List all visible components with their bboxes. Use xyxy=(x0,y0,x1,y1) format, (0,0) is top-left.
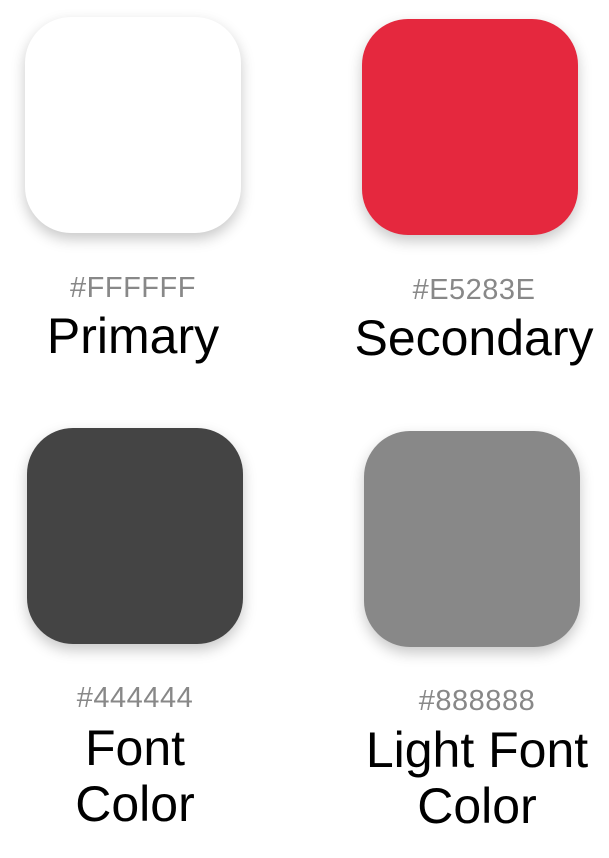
swatch-card-font-color: #444444 Font Color xyxy=(15,410,255,850)
swatch-card-secondary: #E5283E Secondary xyxy=(354,0,594,380)
color-swatch-primary xyxy=(25,17,241,233)
hex-code-light-font-color: #888888 xyxy=(418,685,536,717)
color-swatch-font-color xyxy=(27,428,243,644)
hex-code-primary: #FFFFFF xyxy=(70,272,196,304)
color-swatch-secondary xyxy=(362,19,578,235)
swatch-card-primary: #FFFFFF Primary xyxy=(13,0,253,380)
hex-code-font-color: #444444 xyxy=(76,682,194,714)
swatch-card-light-font-color: #888888 Light Font Color xyxy=(357,410,597,850)
color-name-light-font-color-line1: Light Font xyxy=(365,722,589,778)
color-name-primary: Primary xyxy=(46,308,220,364)
color-name-font-color-line1: Font xyxy=(84,720,186,776)
color-name-font-color-line2: Color xyxy=(75,776,195,832)
color-name-light-font-color-line2: Color xyxy=(417,778,537,834)
color-swatch-light-font-color xyxy=(364,431,580,647)
color-name-secondary: Secondary xyxy=(354,310,594,366)
hex-code-secondary: #E5283E xyxy=(412,274,536,306)
